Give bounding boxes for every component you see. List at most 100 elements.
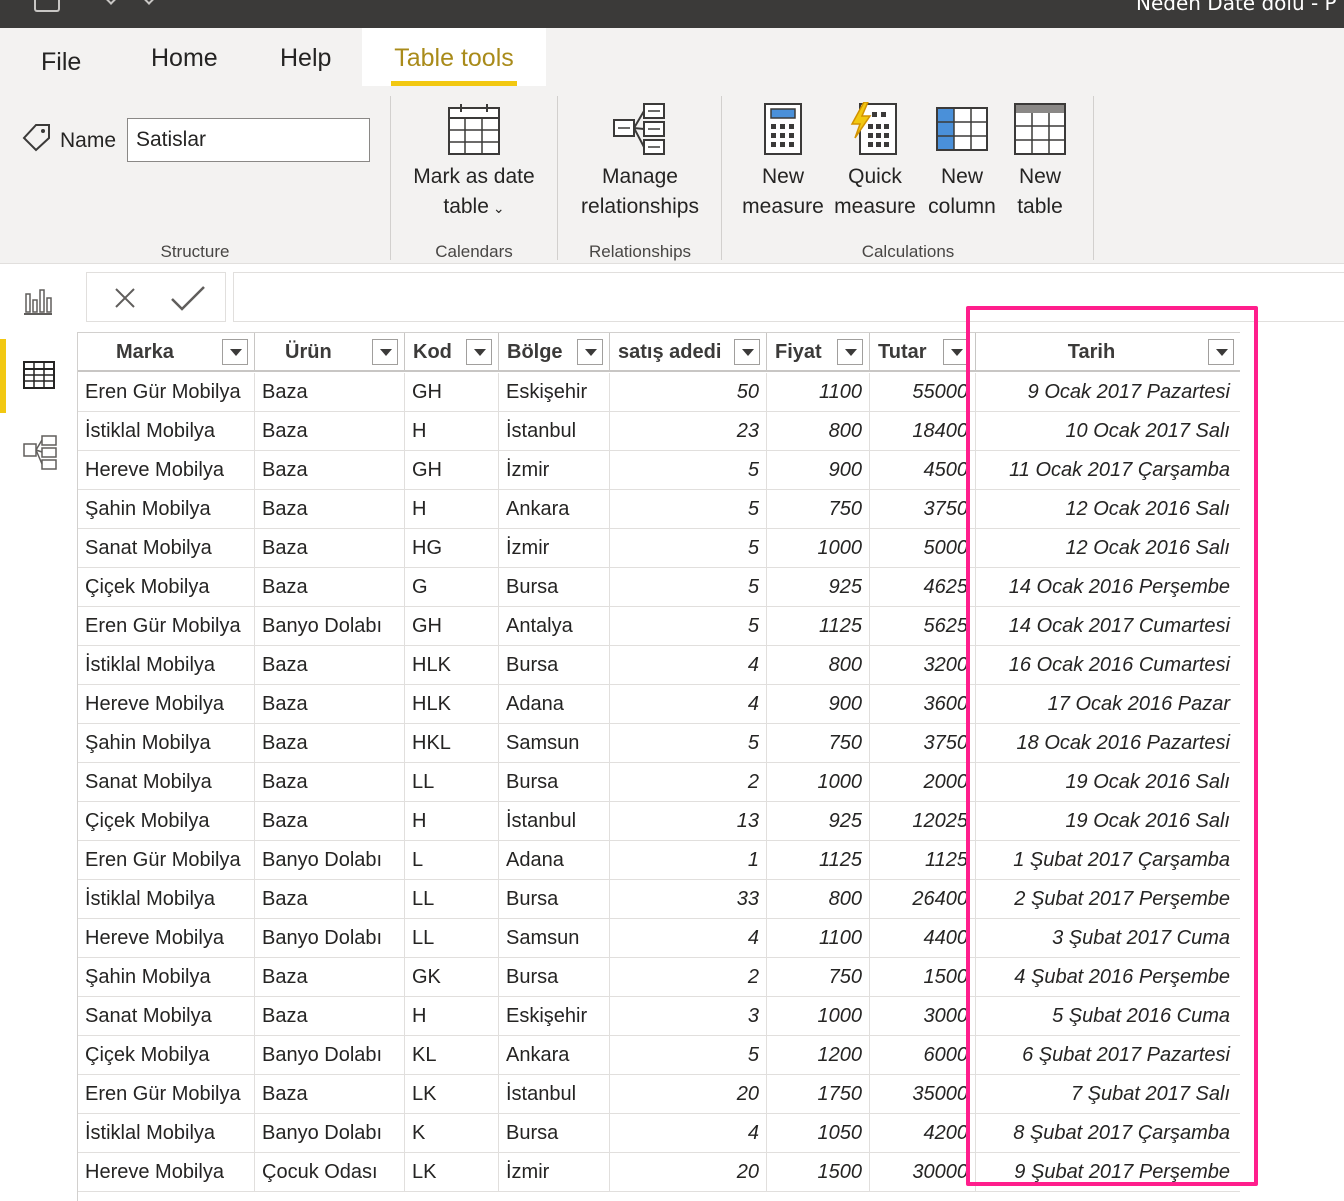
table-cell[interactable]: GH: [405, 607, 499, 645]
filter-dropdown-icon[interactable]: [222, 339, 248, 365]
table-cell[interactable]: Baza: [255, 451, 405, 489]
table-cell[interactable]: İstiklal Mobilya: [78, 1114, 255, 1152]
table-cell[interactable]: LK: [405, 1153, 499, 1191]
table-cell[interactable]: Baza: [255, 646, 405, 684]
table-cell[interactable]: 5: [610, 1036, 767, 1074]
table-cell[interactable]: LL: [405, 880, 499, 918]
table-cell[interactable]: Baza: [255, 373, 405, 411]
formula-input[interactable]: [233, 272, 1344, 322]
table-cell[interactable]: Adana: [499, 841, 610, 879]
close-icon[interactable]: [113, 286, 137, 310]
table-row[interactable]: Hereve Mobilya Baza GH İzmir 5 900 4500 11 Ocak…: [78, 451, 1240, 490]
table-cell[interactable]: 4: [610, 1114, 767, 1152]
table-cell[interactable]: Baza: [255, 958, 405, 996]
table-cell[interactable]: 30000: [870, 1153, 976, 1191]
quick-measure-button[interactable]: Quick measure: [830, 102, 920, 222]
table-cell[interactable]: Çocuk Odası: [255, 1153, 405, 1191]
table-cell[interactable]: Çiçek Mobilya: [78, 1036, 255, 1074]
table-row[interactable]: Şahin Mobilya Baza H Ankara 5 750 3750 12 Ocak …: [78, 490, 1240, 529]
table-cell[interactable]: 5: [610, 724, 767, 762]
table-cell[interactable]: 1050: [767, 1114, 870, 1152]
table-cell[interactable]: 750: [767, 490, 870, 528]
table-cell[interactable]: Baza: [255, 1075, 405, 1113]
table-cell[interactable]: GK: [405, 958, 499, 996]
table-cell[interactable]: 4: [610, 919, 767, 957]
table-cell[interactable]: 1 Şubat 2017 Çarşamba: [976, 841, 1240, 879]
tab-table-tools[interactable]: Table tools: [362, 28, 546, 86]
new-column-button[interactable]: New column: [922, 102, 1002, 222]
table-cell[interactable]: HLK: [405, 646, 499, 684]
table-cell[interactable]: 2 Şubat 2017 Perşembe: [976, 880, 1240, 918]
table-cell[interactable]: Banyo Dolabı: [255, 919, 405, 957]
table-cell[interactable]: 35000: [870, 1075, 976, 1113]
table-cell[interactable]: LK: [405, 1075, 499, 1113]
table-cell[interactable]: K: [405, 1114, 499, 1152]
table-cell[interactable]: 925: [767, 568, 870, 606]
table-cell[interactable]: 5: [610, 607, 767, 645]
table-cell[interactable]: 6 Şubat 2017 Pazartesi: [976, 1036, 1240, 1074]
table-row[interactable]: Eren Gür Mobilya Banyo Dolabı L Adana 1 1125 1…: [78, 841, 1240, 880]
checkmark-icon[interactable]: [169, 284, 207, 312]
table-cell[interactable]: Eren Gür Mobilya: [78, 841, 255, 879]
table-row[interactable]: İstiklal Mobilya Baza HLK Bursa 4 800 3200 16 O…: [78, 646, 1240, 685]
table-cell[interactable]: H: [405, 412, 499, 450]
table-cell[interactable]: 800: [767, 880, 870, 918]
table-cell[interactable]: 9 Şubat 2017 Perşembe: [976, 1153, 1240, 1191]
table-cell[interactable]: Eskişehir: [499, 997, 610, 1035]
table-cell[interactable]: Eren Gür Mobilya: [78, 373, 255, 411]
table-cell[interactable]: 3200: [870, 646, 976, 684]
table-cell[interactable]: 5625: [870, 607, 976, 645]
table-cell[interactable]: 4400: [870, 919, 976, 957]
table-cell[interactable]: 5: [610, 451, 767, 489]
table-cell[interactable]: İstiklal Mobilya: [78, 646, 255, 684]
table-cell[interactable]: Bursa: [499, 568, 610, 606]
column-header[interactable]: Kod: [405, 333, 499, 371]
table-cell[interactable]: Samsun: [499, 919, 610, 957]
data-view-icon[interactable]: [22, 360, 56, 390]
table-cell[interactable]: Çiçek Mobilya: [78, 568, 255, 606]
table-row[interactable]: İstiklal Mobilya Baza LL Bursa 33 800 26400 2 Ş…: [78, 880, 1240, 919]
table-cell[interactable]: Baza: [255, 802, 405, 840]
table-cell[interactable]: 2: [610, 763, 767, 801]
table-cell[interactable]: 2000: [870, 763, 976, 801]
redo-icon[interactable]: [139, 0, 159, 5]
table-row[interactable]: Çiçek Mobilya Baza H İstanbul 13 925 12025 19 O…: [78, 802, 1240, 841]
table-cell[interactable]: Bursa: [499, 763, 610, 801]
table-cell[interactable]: 5000: [870, 529, 976, 567]
table-row[interactable]: Eren Gür Mobilya Baza GH Eskişehir 50 1100 550…: [78, 373, 1240, 412]
table-cell[interactable]: Sanat Mobilya: [78, 529, 255, 567]
table-cell[interactable]: Antalya: [499, 607, 610, 645]
table-cell[interactable]: Bursa: [499, 646, 610, 684]
table-row[interactable]: İstiklal Mobilya Banyo Dolabı K Bursa 4 1050 4…: [78, 1114, 1240, 1153]
table-cell[interactable]: 12 Ocak 2016 Salı: [976, 529, 1240, 567]
table-cell[interactable]: Bursa: [499, 958, 610, 996]
tab-home[interactable]: Home: [151, 44, 218, 73]
table-row[interactable]: Hereve Mobilya Çocuk Odası LK İzmir 20 1500 30…: [78, 1153, 1240, 1192]
table-cell[interactable]: L: [405, 841, 499, 879]
table-cell[interactable]: Banyo Dolabı: [255, 1036, 405, 1074]
table-row[interactable]: Eren Gür Mobilya Banyo Dolabı GH Antalya 5 11…: [78, 607, 1240, 646]
table-cell[interactable]: 3750: [870, 724, 976, 762]
filter-dropdown-icon[interactable]: [943, 339, 969, 365]
table-cell[interactable]: 12 Ocak 2016 Salı: [976, 490, 1240, 528]
table-cell[interactable]: 1100: [767, 373, 870, 411]
table-row[interactable]: Sanat Mobilya Baza H Eskişehir 3 1000 3000 5 Şu…: [78, 997, 1240, 1036]
model-view-icon[interactable]: [22, 434, 58, 470]
table-cell[interactable]: H: [405, 997, 499, 1035]
table-cell[interactable]: Şahin Mobilya: [78, 490, 255, 528]
table-cell[interactable]: 20: [610, 1075, 767, 1113]
table-cell[interactable]: İstanbul: [499, 412, 610, 450]
table-cell[interactable]: Sanat Mobilya: [78, 997, 255, 1035]
table-cell[interactable]: Baza: [255, 997, 405, 1035]
table-cell[interactable]: 5: [610, 529, 767, 567]
table-cell[interactable]: Hereve Mobilya: [78, 1153, 255, 1191]
table-cell[interactable]: Hereve Mobilya: [78, 685, 255, 723]
table-cell[interactable]: 26400: [870, 880, 976, 918]
table-cell[interactable]: 10 Ocak 2017 Salı: [976, 412, 1240, 450]
table-cell[interactable]: KL: [405, 1036, 499, 1074]
table-row[interactable]: Sanat Mobilya Baza LL Bursa 2 1000 2000 19 Ocak…: [78, 763, 1240, 802]
table-cell[interactable]: 4500: [870, 451, 976, 489]
table-cell[interactable]: 1200: [767, 1036, 870, 1074]
table-cell[interactable]: Baza: [255, 529, 405, 567]
table-cell[interactable]: 33: [610, 880, 767, 918]
